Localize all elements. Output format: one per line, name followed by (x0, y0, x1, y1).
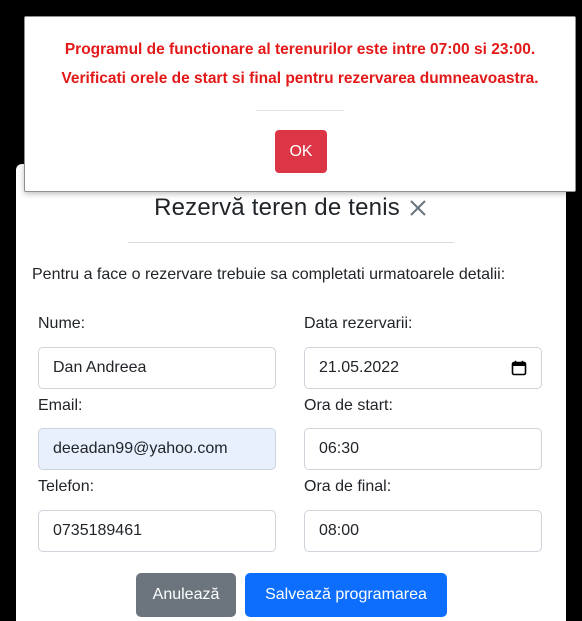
modal-title: Rezervă teren de tenis (154, 194, 400, 221)
alert-divider (256, 110, 344, 111)
email-value: deeadan99@yahoo.com (53, 440, 228, 457)
date-input[interactable]: 21.05.2022 (304, 347, 542, 389)
title-divider (128, 242, 454, 243)
email-input[interactable]: deeadan99@yahoo.com (38, 428, 276, 470)
page: Rezervă teren de tenis Pentru a face o r… (0, 0, 582, 621)
calendar-icon[interactable] (511, 360, 527, 376)
instructions-text: Pentru a face o rezervare trebuie sa com… (32, 266, 506, 283)
email-label: Email: (38, 397, 83, 414)
phone-label: Telefon: (38, 478, 95, 495)
start-value: 06:30 (319, 440, 360, 457)
date-value: 21.05.2022 (319, 359, 400, 376)
phone-value: 0735189461 (53, 522, 142, 539)
modal-header: Rezervă teren de tenis (16, 192, 566, 224)
end-label: Ora de final: (304, 478, 392, 495)
end-value: 08:00 (319, 522, 360, 539)
phone-input[interactable]: 0735189461 (38, 510, 276, 552)
name-label: Nume: (38, 315, 86, 332)
alert-message-line-1: Programul de functionare al terenurilor … (64, 41, 536, 58)
start-time-input[interactable]: 06:30 (304, 428, 542, 470)
alert-dialog: Programul de functionare al terenurilor … (24, 16, 576, 192)
name-input[interactable]: Dan Andreea (38, 347, 276, 389)
close-icon[interactable] (408, 198, 428, 218)
ok-button[interactable]: OK (275, 130, 327, 173)
start-label: Ora de start: (304, 397, 393, 414)
cancel-button[interactable]: Anulează (136, 573, 236, 617)
name-value: Dan Andreea (53, 359, 147, 376)
end-time-input[interactable]: 08:00 (304, 510, 542, 552)
reservation-modal: Rezervă teren de tenis Pentru a face o r… (16, 164, 566, 621)
date-label: Data rezervarii: (304, 315, 413, 332)
save-button[interactable]: Salvează programarea (245, 573, 447, 617)
alert-message-line-2: Verificati orele de start si final pentr… (61, 70, 539, 87)
